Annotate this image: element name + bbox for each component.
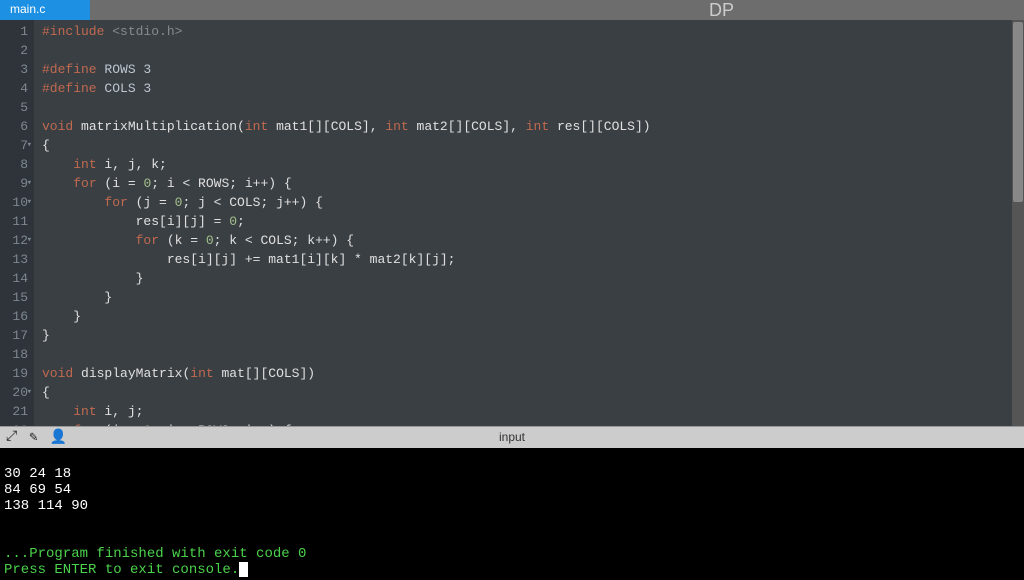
code-editor[interactable]: 1 2 3 4 5 6 7▾ 8 9▾ 10▾ 11 12▾ 13 14 15 …: [0, 20, 1024, 426]
fold-indicator-icon: ▾: [27, 174, 32, 193]
line-number: 18: [0, 345, 28, 364]
line-number: 10▾: [0, 193, 28, 212]
line-number: 3: [0, 60, 28, 79]
code-line: }: [42, 307, 1024, 326]
tab-filename: main.c: [10, 2, 45, 16]
line-number: 11: [0, 212, 28, 231]
code-line: #include <stdio.h>: [42, 22, 1024, 41]
code-line: {: [42, 136, 1024, 155]
code-line: for (j = 0; j < COLS; j++) {: [42, 193, 1024, 212]
code-line: }: [42, 288, 1024, 307]
vertical-scrollbar[interactable]: [1012, 20, 1024, 426]
line-number: 15: [0, 288, 28, 307]
line-number: 16: [0, 307, 28, 326]
code-content[interactable]: #include <stdio.h> #define ROWS 3 #defin…: [34, 20, 1024, 426]
fold-indicator-icon: ▾: [27, 231, 32, 250]
scrollbar-thumb[interactable]: [1013, 22, 1023, 202]
line-number: 12▾: [0, 231, 28, 250]
fold-indicator-icon: ▾: [27, 193, 32, 212]
code-line: res[i][j] = 0;: [42, 212, 1024, 231]
line-number: 1: [0, 22, 28, 41]
line-number: 4: [0, 79, 28, 98]
console-line: 84 69 54: [4, 482, 71, 498]
console-prompt: Press ENTER to exit console.: [4, 562, 239, 578]
code-line: [42, 41, 1024, 60]
line-number: 8: [0, 155, 28, 174]
line-number: 21: [0, 402, 28, 421]
line-number: 7▾: [0, 136, 28, 155]
code-line: int i, j, k;: [42, 155, 1024, 174]
code-line: {: [42, 383, 1024, 402]
code-line: #define ROWS 3: [42, 60, 1024, 79]
code-line: }: [42, 269, 1024, 288]
code-line: void matrixMultiplication(int mat1[][COL…: [42, 117, 1024, 136]
line-number: 9▾: [0, 174, 28, 193]
fold-indicator-icon: ▾: [27, 136, 32, 155]
code-line: #define COLS 3: [42, 79, 1024, 98]
line-number: 19: [0, 364, 28, 383]
line-number: 2: [0, 41, 28, 60]
user-icon[interactable]: 👤: [50, 429, 67, 446]
console-line: 138 114 90: [4, 498, 88, 514]
code-line: for (k = 0; k < COLS; k++) {: [42, 231, 1024, 250]
console-exit-message: ...Program finished with exit code 0: [4, 546, 306, 562]
code-line: int i, j;: [42, 402, 1024, 421]
line-number: 14: [0, 269, 28, 288]
console-output[interactable]: 30 24 18 84 69 54 138 114 90 ...Program …: [0, 448, 1024, 580]
tab-main-c[interactable]: main.c: [0, 0, 90, 20]
line-number: 5: [0, 98, 28, 117]
code-line: for (i = 0; i < ROWS; i++) {: [42, 174, 1024, 193]
code-line: res[i][j] += mat1[i][k] * mat2[k][j];: [42, 250, 1024, 269]
code-line: [42, 345, 1024, 364]
console-toolbar: ⤢ ✎ 👤 input: [0, 426, 1024, 448]
clear-icon[interactable]: ✎: [29, 429, 37, 446]
line-number: 17: [0, 326, 28, 345]
cursor-icon: [239, 562, 248, 577]
line-number-gutter: 1 2 3 4 5 6 7▾ 8 9▾ 10▾ 11 12▾ 13 14 15 …: [0, 20, 34, 426]
tab-bar: main.c DP: [0, 0, 1024, 20]
fold-indicator-icon: ▾: [27, 383, 32, 402]
console-line: 30 24 18: [4, 466, 71, 482]
code-line: }: [42, 326, 1024, 345]
line-number: 13: [0, 250, 28, 269]
code-line: void displayMatrix(int mat[][COLS]): [42, 364, 1024, 383]
line-number: 6: [0, 117, 28, 136]
watermark-logo: DP: [709, 0, 734, 21]
line-number: 20▾: [0, 383, 28, 402]
console-title: input: [499, 430, 525, 444]
code-line: [42, 98, 1024, 117]
expand-icon[interactable]: ⤢: [6, 429, 17, 446]
